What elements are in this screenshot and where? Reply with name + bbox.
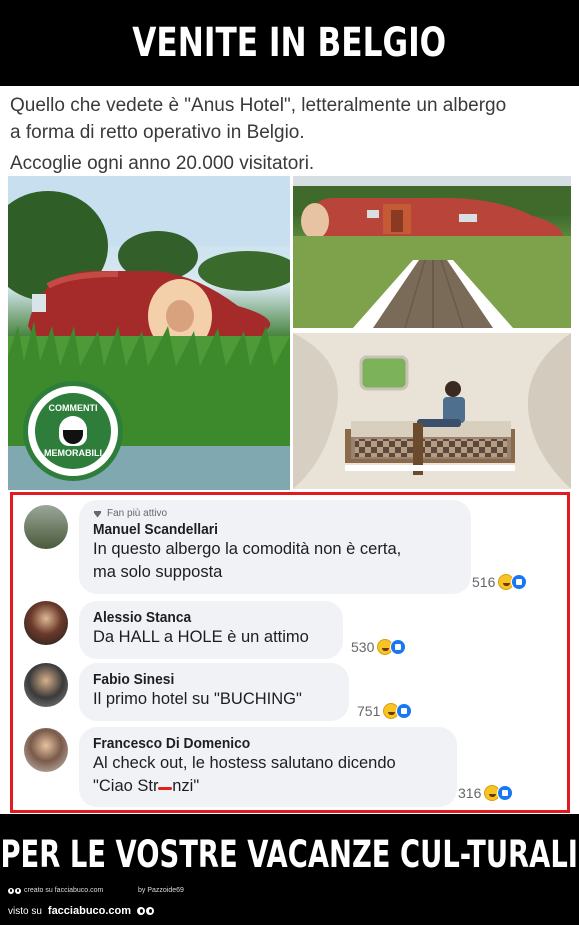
avatar[interactable] <box>24 728 68 772</box>
seen-on: visto su facciabuco.com <box>8 905 155 917</box>
avatar[interactable] <box>24 505 68 549</box>
caption-line-3: Accoglie ogni anno 20.000 visitatori. <box>10 153 315 174</box>
credit-line: creato su facciabuco.com <box>8 887 103 894</box>
reaction-count: 316 <box>458 785 482 801</box>
comment-author[interactable]: Francesco Di Domenico <box>93 735 415 752</box>
comment-text-line-1: Il primo hotel su "BUCHING" <box>93 690 302 708</box>
caption-line-1: Quello che vedete è "Anus Hotel", letter… <box>10 95 507 116</box>
avatar[interactable] <box>24 663 68 707</box>
meme-content: Quello che vedete è "Anus Hotel", letter… <box>0 86 579 814</box>
reactions[interactable]: 316 <box>458 785 514 801</box>
hotel-photo-bedroom <box>293 333 571 489</box>
comment-bubble: Fan più attivo Manuel Scandellari In que… <box>79 500 471 594</box>
comment-text-line-2: ma solo supposta <box>93 563 223 581</box>
bearded-face-icon <box>59 416 87 446</box>
logo-top-text: COMMENTI <box>48 403 98 413</box>
comment-bubble: Francesco Di Domenico Al check out, le h… <box>79 727 457 807</box>
top-banner-title: VENITE IN BELGIO <box>132 20 447 66</box>
comment-text-line-1: Al check out, le hostess salutano dicend… <box>93 754 396 772</box>
bottom-banner-title: PER LE VOSTRE VACANZE CUL-TURALI <box>0 832 579 876</box>
comment-text-line-1: Da HALL a HOLE è un attimo <box>93 628 309 646</box>
diamond-icon <box>94 510 101 517</box>
comment-text-part-1: "Ciao Str <box>93 777 159 795</box>
comment-text-part-2: nzi" <box>172 777 200 795</box>
like-icon <box>511 574 528 590</box>
hotel-photo-pathway <box>293 176 571 328</box>
top-fan-badge: Fan più attivo <box>93 508 457 519</box>
comments-frame: Fan più attivo Manuel Scandellari In que… <box>10 492 570 813</box>
avatar[interactable] <box>24 601 68 645</box>
facciabuco-eyes-icon <box>137 907 155 915</box>
reactions[interactable]: 751 <box>357 703 413 719</box>
reaction-count: 530 <box>351 639 375 655</box>
commenti-memorabili-logo: COMMENTI MEMORABILI <box>23 381 123 481</box>
censor-scribble <box>158 775 173 798</box>
like-icon <box>396 703 413 719</box>
like-icon <box>390 639 407 655</box>
badge-label: Fan più attivo <box>107 508 168 519</box>
reaction-count: 516 <box>472 574 496 590</box>
comment-author[interactable]: Fabio Sinesi <box>93 671 316 688</box>
caption-line-2: a forma di retto operativo in Belgio. <box>10 122 305 143</box>
comment-author[interactable]: Alessio Stanca <box>93 609 310 626</box>
credit-text: creato su facciabuco.com <box>24 887 104 894</box>
hotel-bedroom-illustration <box>293 333 571 489</box>
creator-credit: by Pazzoide69 <box>138 887 184 894</box>
comment-bubble: Fabio Sinesi Il primo hotel su "BUCHING" <box>79 663 349 721</box>
facciabuco-eyes-icon <box>8 887 21 894</box>
seen-on-label: visto su <box>8 905 42 917</box>
reaction-count: 751 <box>357 703 381 719</box>
comment-text-line-2: "Ciao Str nzi" <box>93 775 443 798</box>
reactions[interactable]: 530 <box>351 639 407 655</box>
watermark-footer: creato su facciabuco.com by Pazzoide69 v… <box>0 880 579 925</box>
comment-bubble: Alessio Stanca Da HALL a HOLE è un attim… <box>79 601 343 659</box>
site-link[interactable]: facciabuco.com <box>48 905 131 917</box>
logo-bottom-text: MEMORABILI <box>44 448 102 458</box>
like-icon <box>497 785 514 801</box>
hotel-photo-lake: COMMENTI MEMORABILI <box>8 176 290 490</box>
comment-author[interactable]: Manuel Scandellari <box>93 521 428 538</box>
caption: Quello che vedete è "Anus Hotel", letter… <box>10 92 575 177</box>
logo-inner: COMMENTI MEMORABILI <box>35 393 111 469</box>
meme-page: VENITE IN BELGIO Quello che vedete è "An… <box>0 0 579 925</box>
top-banner: VENITE IN BELGIO <box>0 0 579 86</box>
hotel-pathway-illustration <box>293 176 571 328</box>
reactions[interactable]: 516 <box>472 574 528 590</box>
comment-text-line-1: In questo albergo la comodità non è cert… <box>93 540 402 558</box>
